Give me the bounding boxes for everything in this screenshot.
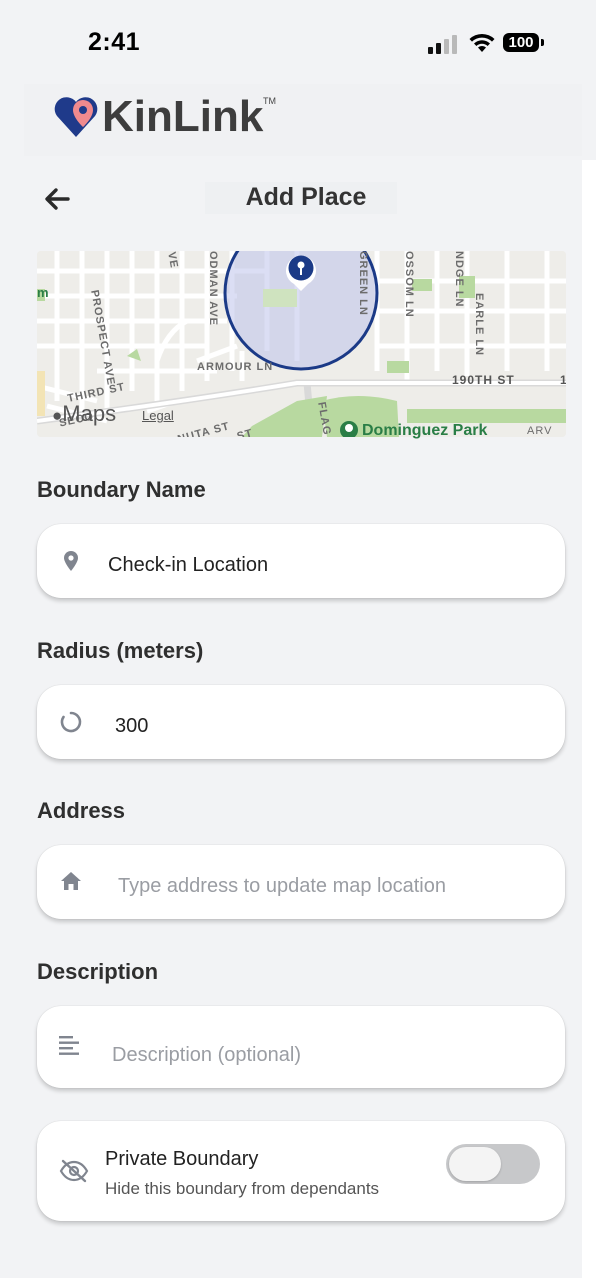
radius-circle-icon xyxy=(60,711,82,733)
page-title: Add Place xyxy=(245,183,367,211)
radius-label: Radius (meters) xyxy=(37,638,204,663)
boundary-name-field[interactable]: Check-in Location xyxy=(37,524,565,598)
map-label: GREEN LN xyxy=(357,251,369,316)
boundary-name-value: Check-in Location xyxy=(108,554,269,576)
map-view[interactable]: PROSPECT AVE ARMOUR LN 190TH ST 1 THIRD … xyxy=(37,251,566,437)
radius-field[interactable]: 300 xyxy=(37,685,565,759)
map-label: m xyxy=(37,285,50,300)
battery-tip xyxy=(541,39,544,46)
map-park-label: Dominguez Park xyxy=(362,422,488,439)
maps-brand-label: Maps xyxy=(62,401,117,426)
status-time: 2:41 xyxy=(88,28,141,56)
map-label: 190TH ST xyxy=(452,373,515,387)
description-field[interactable]: Description (optional) xyxy=(37,1006,565,1088)
map-label: ARV xyxy=(527,425,553,437)
map-label: ARMOUR LN xyxy=(197,361,274,373)
map-streets xyxy=(37,251,566,437)
map-label: EARLE LN xyxy=(473,293,485,356)
description-placeholder: Description (optional) xyxy=(112,1044,301,1066)
wifi-icon xyxy=(469,33,495,52)
text-lines-icon xyxy=(59,1036,79,1055)
private-boundary-subtitle: Hide this boundary from dependants xyxy=(105,1179,380,1198)
description-label: Description xyxy=(37,959,159,984)
boundary-name-label: Boundary Name xyxy=(37,477,206,502)
screen-edge xyxy=(582,0,596,1278)
signal-icon xyxy=(428,34,460,54)
private-boundary-card: Private Boundary Hide this boundary from… xyxy=(37,1121,565,1221)
address-field[interactable]: Type address to update map location xyxy=(37,845,565,919)
apple-logo-icon: ● xyxy=(52,406,63,425)
home-icon xyxy=(61,872,81,890)
map-label: 1 xyxy=(560,373,566,387)
app-screen: 2:41 100 KinLink TM Add Place PROSPECT A… xyxy=(0,0,584,1278)
app-name: KinLink xyxy=(102,92,264,141)
trademark: TM xyxy=(263,96,276,106)
kinlink-logo-icon xyxy=(54,97,98,137)
address-placeholder: Type address to update map location xyxy=(118,875,446,897)
legal-link[interactable]: Legal xyxy=(142,408,174,423)
eye-off-icon xyxy=(59,1159,89,1183)
address-label: Address xyxy=(37,798,126,823)
map-label: ODMAN AVE xyxy=(207,251,219,326)
back-arrow-icon[interactable] xyxy=(38,180,78,218)
battery-indicator: 100 xyxy=(503,33,539,52)
apple-maps-attribution: ●Maps xyxy=(52,401,116,427)
status-bar: 2:41 100 xyxy=(0,0,582,84)
map-label: OSSOM LN xyxy=(403,251,415,318)
radius-value: 300 xyxy=(115,715,149,737)
toggle-knob xyxy=(449,1147,501,1181)
location-pin-icon xyxy=(64,551,78,571)
private-boundary-toggle[interactable] xyxy=(446,1144,540,1184)
private-boundary-title: Private Boundary xyxy=(105,1148,259,1170)
map-label: NDGE LN xyxy=(453,251,465,308)
